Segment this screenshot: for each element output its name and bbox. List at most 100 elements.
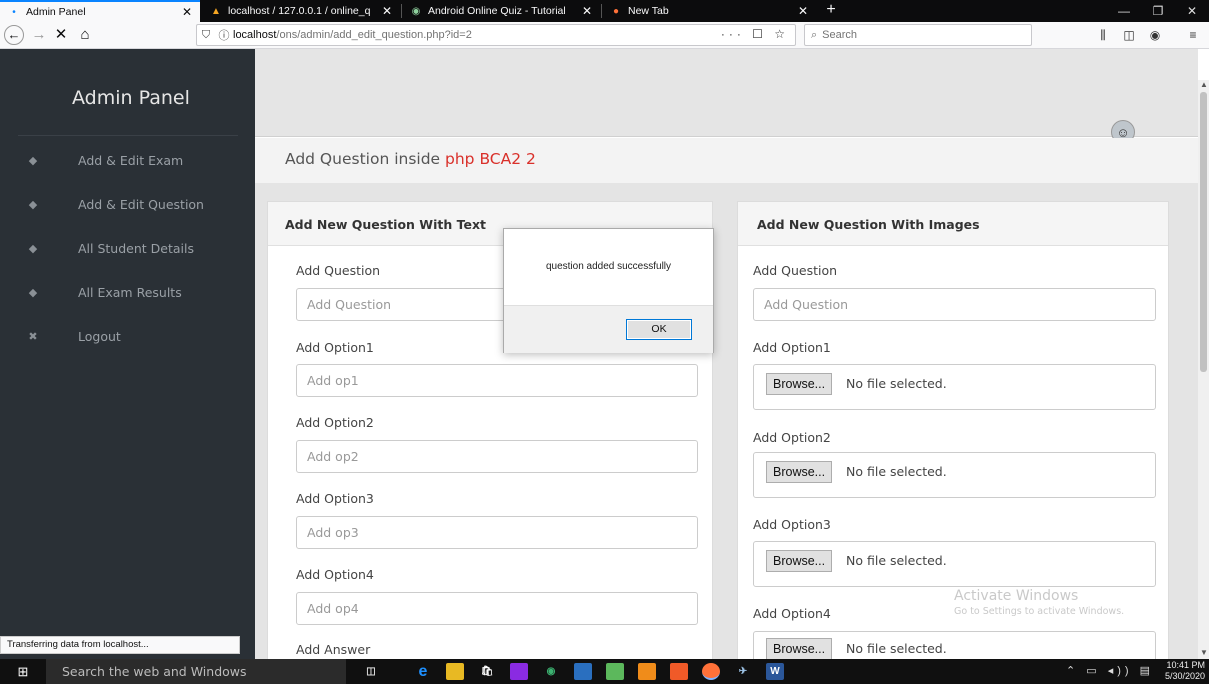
file-status: No file selected. [846,464,947,479]
panel-header: Add New Question With Images [738,202,1168,246]
watermark-title: Activate Windows [954,588,1079,604]
file-explorer-icon[interactable] [446,663,464,680]
option3-input[interactable]: Add op3 [296,516,698,549]
admin-sidebar: Admin Panel ◆ Add & Edit Exam ◆ Add & Ed… [0,49,255,659]
option2-label: Add Option2 [753,430,831,445]
option4-input[interactable]: Add op4 [296,592,698,625]
tab-label: New Tab [628,5,669,17]
task-view-icon[interactable]: ◫ [362,663,380,680]
dialog-footer: OK [504,305,713,353]
tracking-shield-icon[interactable]: ⛉ [197,29,215,42]
maximize-icon[interactable]: ❐ [1141,0,1175,22]
page-actions[interactable]: ··· ☐ ☆ [721,27,789,41]
top-header [255,49,1198,137]
brand-divider [18,135,238,136]
brand-title: Admin Panel [72,87,190,109]
tab-new-tab[interactable]: ● New Tab ✕ [602,0,816,22]
dot-icon: • [12,6,16,18]
sidebar-item-add-edit-exam[interactable]: ◆ Add & Edit Exam [0,145,255,175]
forward-icon[interactable]: → [28,25,50,45]
option3-label: Add Option3 [296,491,374,506]
scrollbar-thumb[interactable] [1200,92,1207,372]
close-tab-icon[interactable]: ✕ [182,5,192,19]
close-tab-icon[interactable]: ✕ [798,4,808,18]
option1-label: Add Option1 [753,340,831,355]
menu-icon[interactable]: ≡ [1184,26,1202,44]
sidebar-item-label: Logout [78,328,121,344]
minimize-icon[interactable]: — [1107,0,1141,22]
watermark-subtitle: Go to Settings to activate Windows. [954,606,1125,617]
firefox-icon[interactable] [702,663,720,680]
close-tab-icon[interactable]: ✕ [382,4,392,18]
firefox-icon: ● [612,5,620,17]
notepad-icon[interactable] [606,663,624,680]
windows-taskbar: ⊞ Search the web and Windows ◫ e 🛍 ◉ ✈ W… [0,659,1209,684]
store-icon[interactable]: 🛍 [478,663,496,680]
dialog-message: question added successfully [545,261,672,272]
browse-button[interactable]: Browse... [766,550,833,572]
option1-label: Add Option1 [296,340,374,355]
option4-label: Add Option4 [753,606,831,621]
windows-start-icon[interactable]: ⊞ [0,659,46,684]
clock-date: 5/30/2020 [1164,671,1205,681]
library-icon[interactable]: ⫼ [1094,26,1112,44]
title-prefix: Add Question inside [285,150,446,168]
browse-button[interactable]: Browse... [766,373,833,395]
close-window-icon[interactable]: ✕ [1175,0,1209,22]
tab-phpmyadmin[interactable]: ▲ localhost / 127.0.0.1 / online_q ✕ [202,0,400,22]
scroll-up-icon[interactable]: ▲ [1199,80,1209,89]
option2-input[interactable]: Add op2 [296,440,698,473]
question-input[interactable]: Add Question [753,288,1156,321]
question-label: Add Question [753,263,838,278]
sidebar-item-all-student-details[interactable]: ◆ All Student Details [0,233,255,263]
ok-button[interactable]: OK [626,319,692,340]
alert-dialog: question added successfully OK [503,228,714,353]
url-host: localhost [233,29,277,41]
tab-label: Android Online Quiz - Tutorial [428,5,566,17]
maps-icon[interactable]: ◉ [542,663,560,680]
sidebar-item-logout[interactable]: ✖ Logout [0,321,255,351]
search-input[interactable]: ⌕ Search [804,24,1032,46]
sidebar-item-all-exam-results[interactable]: ◆ All Exam Results [0,277,255,307]
tab-admin-panel[interactable]: • Admin Panel ✕ [0,0,200,22]
xampp-icon[interactable] [670,663,688,680]
tab-label: localhost / 127.0.0.1 / online_q [228,5,371,17]
search-placeholder: Search [822,29,858,41]
sidebar-item-label: All Exam Results [78,284,182,300]
file-status: No file selected. [846,641,947,656]
tab-android-quiz[interactable]: ◉ Android Online Quiz - Tutorial ✕ [402,0,600,22]
dashboard-icon: ◆ [28,241,38,255]
home-icon[interactable]: ⌂ [74,25,96,45]
dashboard-icon: ◆ [28,197,38,211]
option2-file-input[interactable]: Browse... No file selected. [753,452,1156,498]
rocket-app-icon[interactable]: ✈ [734,663,752,680]
activation-watermark: Activate Windows Go to Settings to activ… [954,588,1124,617]
sublime-icon[interactable] [638,663,656,680]
word-icon[interactable]: W [766,663,784,680]
stop-icon[interactable]: ✕ [50,25,72,45]
scroll-down-icon[interactable]: ▼ [1199,648,1209,657]
panel-title: Add New Question With Images [757,217,980,232]
account-icon[interactable]: ◉ [1146,26,1164,44]
browse-button[interactable]: Browse... [766,638,833,660]
browser-nav-bar: ← → ✕ ⌂ ⛉ ⓘ localhost/ons/admin/add_edit… [0,22,1209,49]
url-path: /ons/admin/add_edit_question.php?id=2 [276,29,472,41]
browse-button[interactable]: Browse... [766,461,833,483]
info-icon[interactable]: ⓘ [215,27,233,43]
winrar-icon[interactable] [510,663,528,680]
sidebar-item-add-edit-question[interactable]: ◆ Add & Edit Question [0,189,255,219]
close-tab-icon[interactable]: ✕ [582,4,592,18]
edge-icon[interactable]: e [414,663,432,680]
vscode-like-icon[interactable] [574,663,592,680]
sidebar-toggle-icon[interactable]: ◫ [1120,26,1138,44]
taskbar-clock[interactable]: 10:41 PM 5/30/2020 [1160,660,1208,682]
taskbar-search-input[interactable]: Search the web and Windows [46,659,346,684]
option1-file-input[interactable]: Browse... No file selected. [753,364,1156,410]
back-icon[interactable]: ← [4,25,24,45]
option1-input[interactable]: Add op1 [296,364,698,397]
new-tab-button[interactable]: + [820,0,842,22]
option3-file-input[interactable]: Browse... No file selected. [753,541,1156,587]
file-status: No file selected. [846,553,947,568]
system-tray-icons[interactable]: ⌃ ▭ ◂)) ▤ [1066,664,1154,677]
url-bar[interactable]: ⛉ ⓘ localhost/ons/admin/add_edit_questio… [196,24,796,46]
